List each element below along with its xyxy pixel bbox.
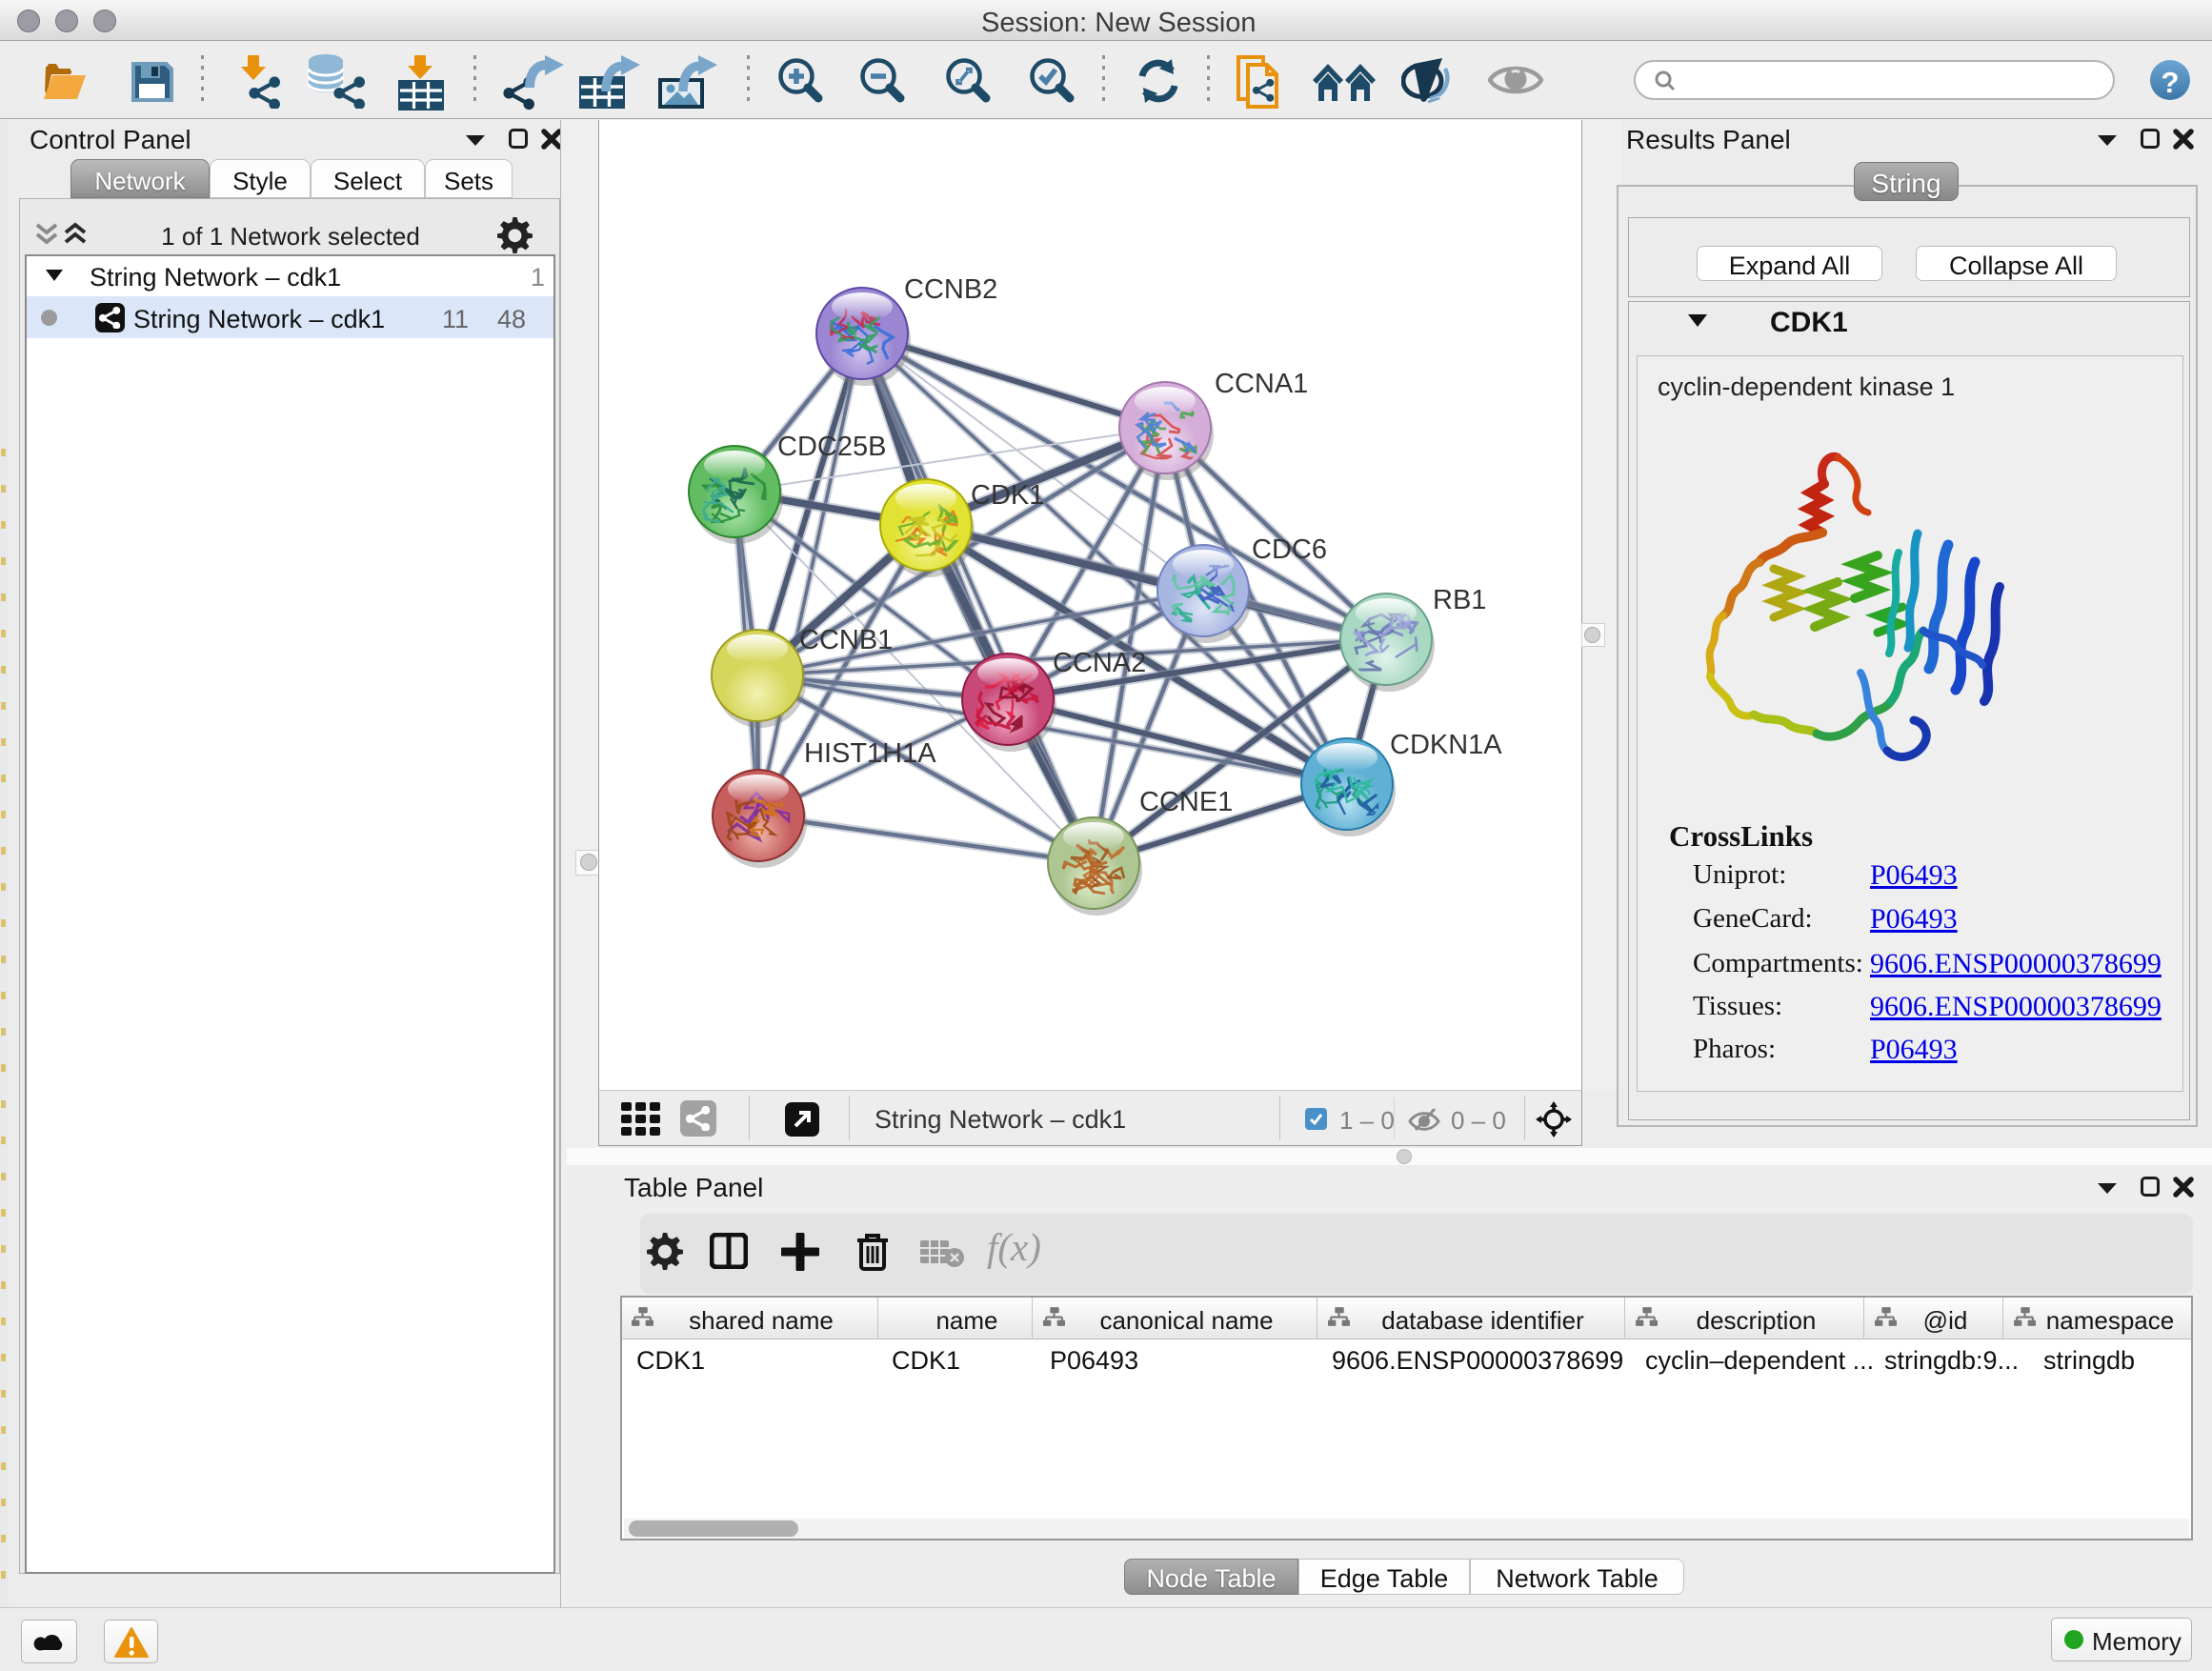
- svg-text:HIST1H1A: HIST1H1A: [804, 738, 936, 769]
- svg-text:CDK1: CDK1: [971, 480, 1044, 511]
- svg-text:RB1: RB1: [1433, 585, 1486, 615]
- svg-text:CCNB2: CCNB2: [904, 274, 997, 305]
- svg-text:CCNA2: CCNA2: [1053, 648, 1146, 678]
- svg-text:CCNE1: CCNE1: [1139, 787, 1233, 817]
- svg-text:CDC6: CDC6: [1252, 534, 1327, 565]
- svg-text:CCNA1: CCNA1: [1215, 369, 1308, 399]
- svg-text:CCNB1: CCNB1: [799, 625, 893, 655]
- svg-text:CDKN1A: CDKN1A: [1390, 730, 1502, 760]
- svg-text:CDC25B: CDC25B: [777, 432, 886, 462]
